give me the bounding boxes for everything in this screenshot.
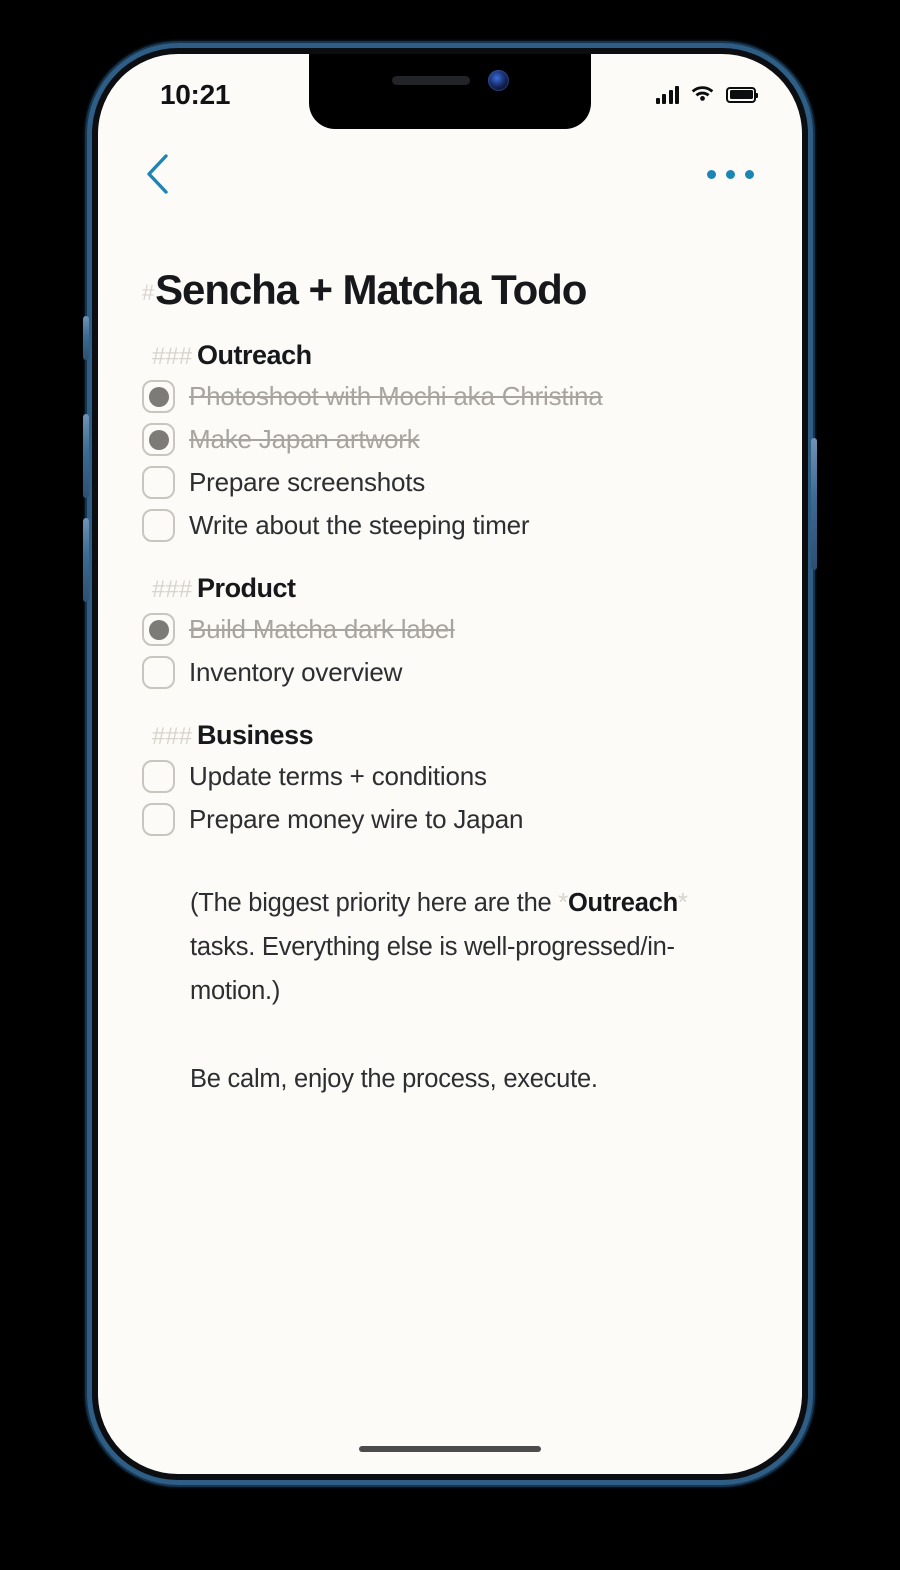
- nav-bar: [98, 142, 802, 206]
- checkbox-checked-icon[interactable]: [142, 423, 175, 456]
- paragraph-text: Be calm, enjoy the process, execute.: [190, 1065, 598, 1093]
- paragraph-text: tasks. Everything else is well-progresse…: [190, 933, 675, 1005]
- section: ### Product Build Matcha dark label Invento…: [142, 573, 762, 694]
- phone-frame: 10:21 #Sencha + Matcha Todo ### Outreach…: [83, 48, 817, 1480]
- silent-switch-button[interactable]: [83, 316, 89, 360]
- more-options-icon: [745, 169, 754, 179]
- wifi-icon: [690, 83, 715, 106]
- section-list: ### Outreach Photoshoot with Mochi aka Chr…: [142, 340, 762, 841]
- markdown-hash-mark: #: [142, 280, 154, 305]
- todo-item-label: Inventory overview: [189, 657, 403, 687]
- checkbox-checked-icon[interactable]: [142, 613, 175, 646]
- front-camera-icon: [487, 70, 509, 91]
- markdown-hash-mark: ###: [152, 723, 193, 750]
- todo-item[interactable]: Write about the steeping timer: [142, 504, 762, 547]
- todo-item[interactable]: Inventory overview: [142, 651, 762, 694]
- more-options-icon: [707, 169, 716, 179]
- section: ### Outreach Photoshoot with Mochi aka Chr…: [142, 340, 762, 547]
- status-icons: [655, 83, 758, 106]
- checkbox-dot-icon: [148, 619, 169, 640]
- more-options-icon: [726, 169, 735, 179]
- checkbox-dot-icon: [148, 386, 169, 407]
- checkbox-checked-icon[interactable]: [142, 380, 175, 413]
- paragraph-bold-text: Outreach: [567, 889, 678, 917]
- home-indicator[interactable]: [359, 1446, 541, 1452]
- markdown-hash-mark: ###: [152, 576, 193, 603]
- checkbox-unchecked-icon[interactable]: [142, 656, 175, 689]
- checkbox-dot-icon: [148, 429, 169, 450]
- more-options-button[interactable]: [703, 160, 758, 189]
- paragraph: (The biggest priority here are the *Outr…: [190, 881, 758, 1013]
- page-title-text: Sencha + Matcha Todo: [155, 266, 587, 313]
- back-button[interactable]: [138, 146, 176, 202]
- todo-item[interactable]: Prepare screenshots: [142, 461, 762, 504]
- checkbox-unchecked-icon[interactable]: [142, 466, 175, 499]
- markdown-asterisk-mark: *: [558, 889, 568, 917]
- section-heading: ### Business: [152, 720, 762, 751]
- todo-item-label: Update terms + conditions: [189, 761, 487, 791]
- todo-item[interactable]: Photoshoot with Mochi aka Christina: [142, 375, 762, 418]
- speaker-grille-icon: [391, 76, 470, 85]
- paragraph-list: (The biggest priority here are the *Outr…: [142, 881, 762, 1101]
- todo-item-label: Write about the steeping timer: [189, 510, 530, 540]
- section-heading: ### Product: [152, 573, 762, 604]
- section-heading: ### Outreach: [152, 340, 762, 371]
- todo-item-label: Prepare screenshots: [189, 467, 426, 497]
- cellular-signal-icon: [655, 85, 679, 104]
- battery-full-icon: [726, 86, 758, 103]
- markdown-asterisk-mark: *: [677, 889, 688, 917]
- section: ### Business Update terms + conditions Prep…: [142, 720, 762, 841]
- status-time: 10:21: [160, 78, 231, 110]
- todo-item-label: Build Matcha dark label: [189, 614, 455, 644]
- volume-down-button[interactable]: [83, 518, 89, 602]
- todo-item-label: Photoshoot with Mochi aka Christina: [189, 381, 603, 411]
- paragraph-text: (The biggest priority here are the: [190, 889, 559, 917]
- back-chevron-icon: [144, 154, 170, 200]
- phone-screen: 10:21 #Sencha + Matcha Todo ### Outreach…: [98, 54, 802, 1474]
- section-heading-text: Outreach: [197, 340, 312, 370]
- volume-up-button[interactable]: [83, 414, 89, 498]
- checkbox-unchecked-icon[interactable]: [142, 509, 175, 542]
- power-button[interactable]: [811, 438, 817, 570]
- section-heading-text: Product: [197, 573, 296, 603]
- page-title: #Sencha + Matcha Todo: [142, 266, 762, 314]
- markdown-hash-mark: ###: [152, 343, 193, 370]
- section-heading-text: Business: [197, 720, 314, 750]
- checkbox-unchecked-icon[interactable]: [142, 803, 175, 836]
- todo-item[interactable]: Prepare money wire to Japan: [142, 798, 762, 841]
- todo-item[interactable]: Build Matcha dark label: [142, 608, 762, 651]
- paragraph: Be calm, enjoy the process, execute.: [190, 1057, 758, 1101]
- note-document: #Sencha + Matcha Todo ### Outreach Photosh…: [98, 214, 802, 1474]
- todo-item-label: Prepare money wire to Japan: [189, 804, 524, 834]
- checkbox-unchecked-icon[interactable]: [142, 760, 175, 793]
- notch: [309, 54, 591, 129]
- todo-item[interactable]: Make Japan artwork: [142, 418, 762, 461]
- todo-item-label: Make Japan artwork: [189, 424, 420, 454]
- todo-item[interactable]: Update terms + conditions: [142, 755, 762, 798]
